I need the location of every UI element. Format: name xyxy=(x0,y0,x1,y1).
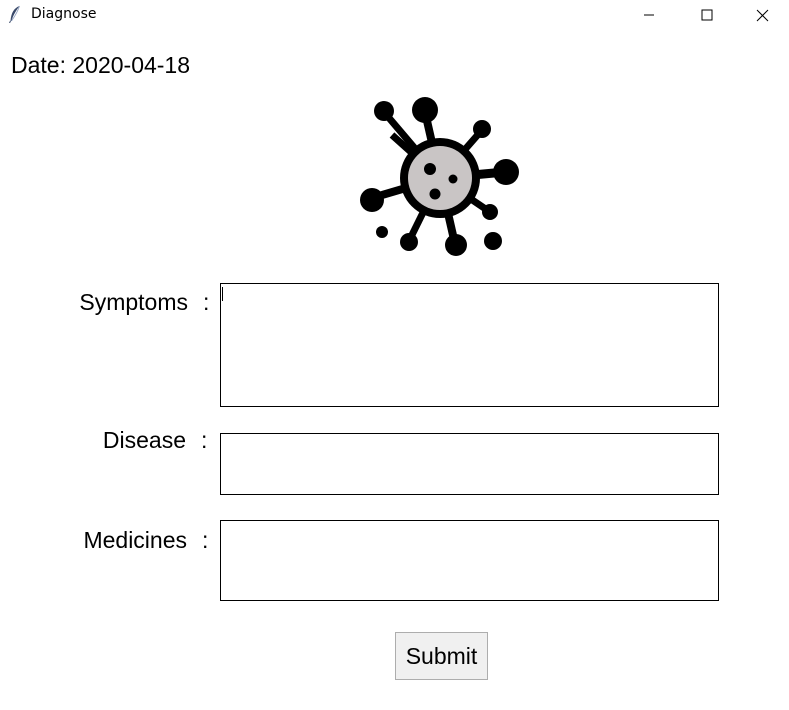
close-icon xyxy=(756,9,769,21)
minimize-icon xyxy=(644,14,654,16)
feather-icon xyxy=(9,5,20,23)
disease-label: Disease xyxy=(102,427,186,453)
maximize-icon xyxy=(701,9,713,21)
disease-input[interactable] xyxy=(220,433,719,495)
symptoms-input[interactable] xyxy=(220,283,719,407)
window-title: Diagnose xyxy=(31,6,97,22)
date-label: Date: 2020-04-18 xyxy=(11,52,191,78)
maximize-button[interactable] xyxy=(678,0,736,30)
disease-colon: : xyxy=(201,427,208,453)
symptoms-label: Symptoms xyxy=(79,289,188,315)
submit-button[interactable]: Submit xyxy=(395,632,488,680)
symptoms-colon: : xyxy=(203,289,210,315)
medicines-label: Medicines xyxy=(83,527,187,553)
medicines-input[interactable] xyxy=(220,520,719,601)
title-bar: Diagnose xyxy=(0,0,789,30)
text-cursor xyxy=(222,287,223,301)
medicines-colon: : xyxy=(202,527,209,553)
minimize-button[interactable] xyxy=(620,0,678,30)
diagnose-window: Diagnose Date: 2020-04-18 Symptoms: Dis… xyxy=(0,0,789,710)
virus-icon xyxy=(360,97,519,256)
close-button[interactable] xyxy=(736,0,789,30)
